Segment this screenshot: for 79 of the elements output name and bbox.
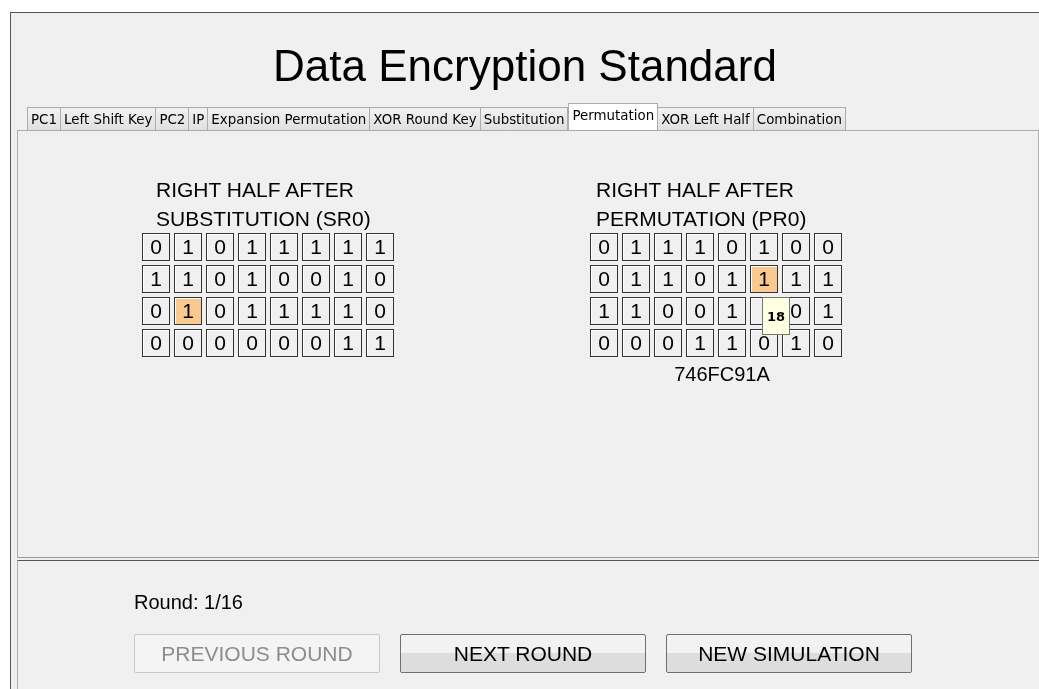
bit-cell: 0 xyxy=(814,233,842,261)
tab[interactable]: XOR Left Half xyxy=(658,107,754,130)
bit-cell: 1 xyxy=(334,265,362,293)
tab[interactable]: XOR Round Key xyxy=(370,107,481,130)
bit-cell: 0 xyxy=(302,265,330,293)
bit-cell: 0 xyxy=(142,329,170,357)
bit-cell: 0 xyxy=(654,297,682,325)
bit-cell: 0 xyxy=(206,297,234,325)
bit-cell: 1 xyxy=(686,329,714,357)
bit-cell: 1 xyxy=(718,329,746,357)
bit-cell: 0 xyxy=(302,329,330,357)
bit-cell: 0 xyxy=(718,233,746,261)
bit-cell: 0 xyxy=(814,329,842,357)
bit-cell: 0 xyxy=(238,329,266,357)
bit-cell: 1 xyxy=(782,265,810,293)
bit-cell: 0 xyxy=(366,297,394,325)
bit-cell: 0 xyxy=(270,265,298,293)
tab[interactable]: Substitution xyxy=(480,107,569,130)
bit-cell: 1 xyxy=(686,233,714,261)
tab[interactable]: IP xyxy=(189,107,209,130)
bit-cell: 1 xyxy=(654,233,682,261)
tab[interactable]: Combination xyxy=(753,107,846,130)
bit-cell: 0 xyxy=(142,233,170,261)
bit-cell: 1 xyxy=(782,329,810,357)
bit-cell: 0 xyxy=(654,329,682,357)
bit-cell: 1 xyxy=(174,297,202,325)
bit-cell: 1 xyxy=(174,233,202,261)
bit-cell: 1 xyxy=(238,233,266,261)
bit-cell: 0 xyxy=(590,265,618,293)
bit-cell: 1 xyxy=(270,233,298,261)
round-button[interactable]: NEW SIMULATION xyxy=(666,634,912,673)
bit-cell: 0 xyxy=(590,233,618,261)
bit-cell: 0 xyxy=(206,265,234,293)
bit-cell: 1 xyxy=(750,233,778,261)
bit-cell: 1 xyxy=(718,265,746,293)
tab[interactable]: Left Shift Key xyxy=(60,107,157,130)
bit-cell: 1 xyxy=(814,297,842,325)
bit-cell: 1 xyxy=(750,265,778,293)
tooltip: 18 xyxy=(762,297,790,335)
bit-cell: 1 xyxy=(238,297,266,325)
bit-cell: 1 xyxy=(302,233,330,261)
bit-cell: 0 xyxy=(622,329,650,357)
bit-cell: 0 xyxy=(270,329,298,357)
hex-value: 746FC91A xyxy=(673,363,771,386)
bit-cell: 0 xyxy=(206,233,234,261)
bit-cell: 1 xyxy=(270,297,298,325)
round-button[interactable]: NEXT ROUND xyxy=(400,634,646,673)
bit-cell: 1 xyxy=(622,297,650,325)
bit-cell: 1 xyxy=(622,233,650,261)
bit-cell: 1 xyxy=(334,329,362,357)
bit-cell: 1 xyxy=(334,233,362,261)
window-title: Data Encryption Standard xyxy=(272,40,778,92)
bit-cell: 0 xyxy=(366,265,394,293)
bit-cell: 1 xyxy=(174,265,202,293)
bit-cell: 1 xyxy=(302,297,330,325)
bit-cell: 1 xyxy=(590,297,618,325)
bit-cell: 0 xyxy=(174,329,202,357)
bit-cell: 0 xyxy=(590,329,618,357)
grid-title: RIGHT HALF AFTER PERMUTATION (PR0) xyxy=(595,177,808,232)
bit-cell: 0 xyxy=(782,233,810,261)
bit-cell: 1 xyxy=(814,265,842,293)
bit-cell: 0 xyxy=(686,265,714,293)
bit-cell: 1 xyxy=(142,265,170,293)
round-label: Round: 1/16 xyxy=(134,591,244,614)
tab[interactable]: Expansion Permutation xyxy=(208,107,371,130)
tab[interactable]: Permutation xyxy=(568,103,659,130)
bit-cell: 1 xyxy=(238,265,266,293)
bit-cell: 0 xyxy=(142,297,170,325)
bit-cell: 1 xyxy=(718,297,746,325)
bit-cell: 1 xyxy=(334,297,362,325)
bit-cell: 0 xyxy=(686,297,714,325)
bit-cell: 1 xyxy=(654,265,682,293)
grid-title: RIGHT HALF AFTER SUBSTITUTION (SR0) xyxy=(155,177,372,232)
bit-cell: 0 xyxy=(206,329,234,357)
bit-cell: 1 xyxy=(622,265,650,293)
tab[interactable]: PC2 xyxy=(156,107,190,130)
bit-cell: 1 xyxy=(366,233,394,261)
bit-cell: 1 xyxy=(366,329,394,357)
tab[interactable]: PC1 xyxy=(27,107,61,130)
